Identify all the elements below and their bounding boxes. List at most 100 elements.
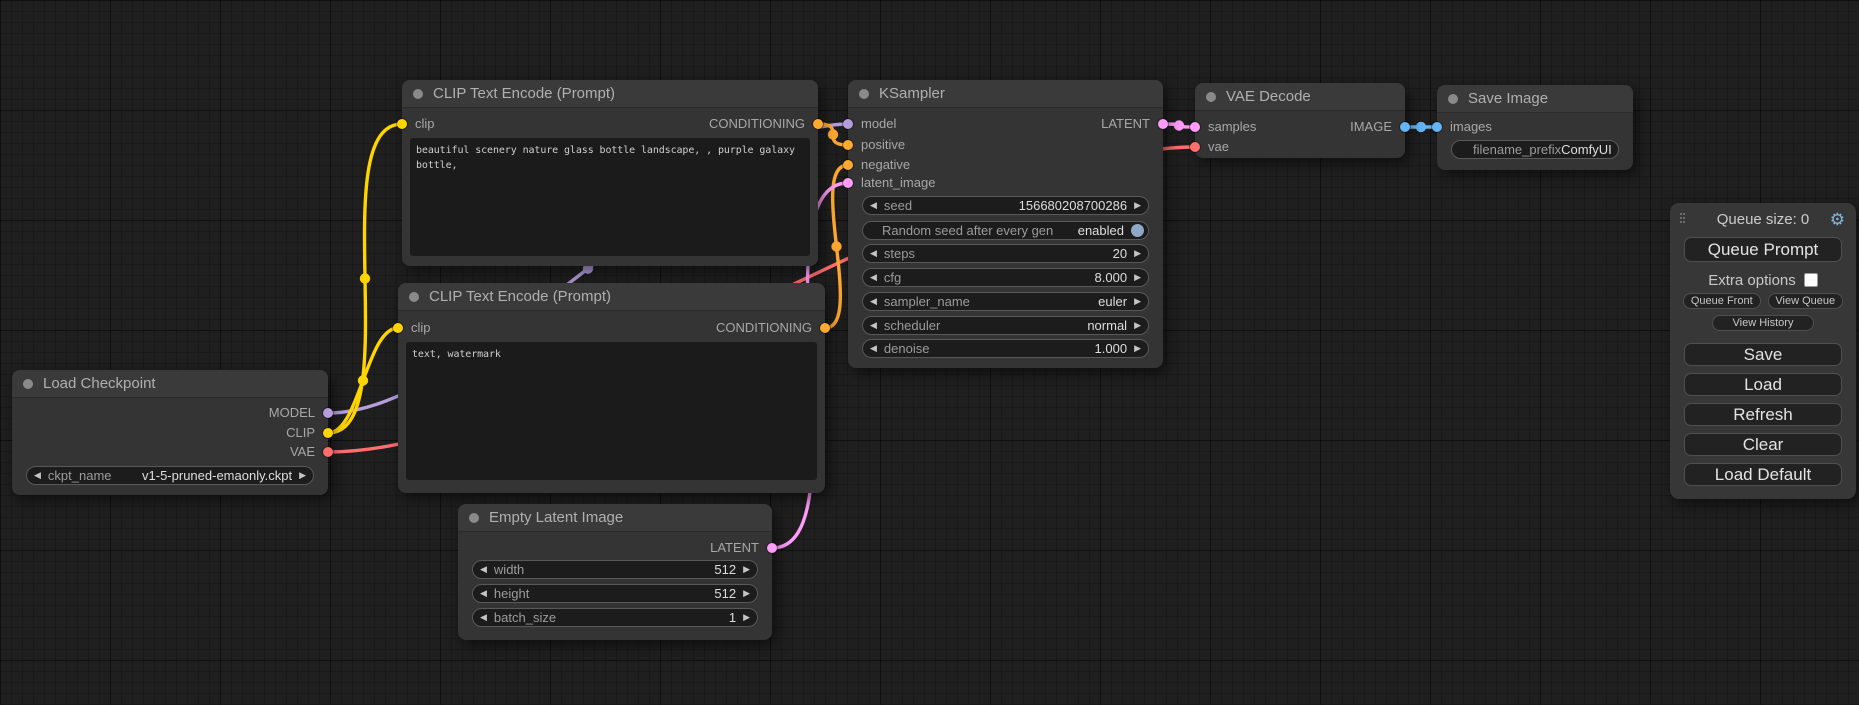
link-midpoint-dot[interactable] <box>828 129 838 139</box>
collapse-dot-icon[interactable] <box>1206 92 1216 102</box>
input-label-images: images <box>1450 117 1492 137</box>
input-slot-samples[interactable] <box>1190 122 1200 132</box>
collapse-dot-icon[interactable] <box>409 292 419 302</box>
node-empty-latent-image[interactable]: Empty Latent Image LATENT ◀ width 512 ▶ … <box>458 504 772 640</box>
widget-label: batch_size <box>494 610 556 625</box>
decrement-arrow-icon[interactable]: ◀ <box>34 467 41 484</box>
input-slot-positive[interactable] <box>843 140 853 150</box>
node-title-bar[interactable]: Save Image <box>1437 85 1633 113</box>
link-midpoint-dot[interactable] <box>831 241 841 251</box>
node-title-bar[interactable]: VAE Decode <box>1195 83 1405 111</box>
gear-icon[interactable]: ⚙ <box>1830 210 1845 230</box>
decrement-arrow-icon[interactable]: ◀ <box>870 269 877 286</box>
widget-value: 20 <box>1113 246 1127 261</box>
node-vae-decode[interactable]: VAE Decode samples IMAGE vae <box>1195 83 1405 158</box>
widget-label: height <box>494 586 529 601</box>
increment-arrow-icon[interactable]: ▶ <box>1134 197 1141 214</box>
increment-arrow-icon[interactable]: ▶ <box>1134 245 1141 262</box>
denoise-number-widget[interactable]: ◀ denoise 1.000 ▶ <box>862 339 1149 358</box>
node-clip-text-encode-positive[interactable]: CLIP Text Encode (Prompt) clip CONDITION… <box>402 80 818 266</box>
decrement-arrow-icon[interactable]: ◀ <box>870 245 877 262</box>
batch-size-number-widget[interactable]: ◀ batch_size 1 ▶ <box>472 608 758 627</box>
link-midpoint-dot[interactable] <box>358 375 368 385</box>
output-slot-latent[interactable] <box>1158 119 1168 129</box>
node-clip-text-encode-negative[interactable]: CLIP Text Encode (Prompt) clip CONDITION… <box>398 283 825 493</box>
collapse-dot-icon[interactable] <box>859 89 869 99</box>
increment-arrow-icon[interactable]: ▶ <box>1134 269 1141 286</box>
link-midpoint-dot[interactable] <box>360 273 370 283</box>
input-slot-latent-image[interactable] <box>843 178 853 188</box>
ckpt-name-combo-widget[interactable]: ◀ ckpt_name v1-5-pruned-emaonly.ckpt ▶ <box>26 466 314 485</box>
seed-number-widget[interactable]: ◀ seed 156680208700286 ▶ <box>862 196 1149 215</box>
output-slot-latent[interactable] <box>767 543 777 553</box>
positive-prompt-textarea[interactable]: beautiful scenery nature glass bottle la… <box>410 138 810 256</box>
increment-arrow-icon[interactable]: ▶ <box>1134 340 1141 357</box>
output-slot-image[interactable] <box>1400 122 1410 132</box>
output-slot-clip[interactable] <box>323 428 333 438</box>
view-queue-button[interactable]: View Queue <box>1768 293 1843 309</box>
node-title-bar[interactable]: Load Checkpoint <box>12 370 328 398</box>
view-history-button[interactable]: View History <box>1712 315 1814 331</box>
clear-button[interactable]: Clear <box>1684 433 1842 456</box>
height-number-widget[interactable]: ◀ height 512 ▶ <box>472 584 758 603</box>
output-slot-model[interactable] <box>323 408 333 418</box>
link-midpoint-dot[interactable] <box>1416 122 1426 132</box>
node-title-bar[interactable]: KSampler <box>848 80 1163 108</box>
collapse-dot-icon[interactable] <box>1448 94 1458 104</box>
steps-number-widget[interactable]: ◀ steps 20 ▶ <box>862 244 1149 263</box>
widget-value: 1.000 <box>1095 341 1128 356</box>
queue-front-button[interactable]: Queue Front <box>1683 293 1761 309</box>
increment-arrow-icon[interactable]: ▶ <box>743 585 750 602</box>
filename-prefix-text-widget[interactable]: filename_prefix ComfyUI <box>1451 140 1619 159</box>
node-save-image[interactable]: Save Image images filename_prefix ComfyU… <box>1437 85 1633 170</box>
decrement-arrow-icon[interactable]: ◀ <box>480 609 487 626</box>
decrement-arrow-icon[interactable]: ◀ <box>870 317 877 334</box>
scheduler-combo-widget[interactable]: ◀ scheduler normal ▶ <box>862 316 1149 335</box>
input-slot-negative[interactable] <box>843 160 853 170</box>
queue-prompt-button[interactable]: Queue Prompt <box>1684 237 1842 262</box>
refresh-button[interactable]: Refresh <box>1684 403 1842 426</box>
input-slot-vae[interactable] <box>1190 142 1200 152</box>
decrement-arrow-icon[interactable]: ◀ <box>870 340 877 357</box>
collapse-dot-icon[interactable] <box>469 513 479 523</box>
increment-arrow-icon[interactable]: ▶ <box>743 561 750 578</box>
input-slot-images[interactable] <box>1432 122 1442 132</box>
cfg-number-widget[interactable]: ◀ cfg 8.000 ▶ <box>862 268 1149 287</box>
input-slot-clip[interactable] <box>393 323 403 333</box>
node-title-bar[interactable]: CLIP Text Encode (Prompt) <box>398 283 825 311</box>
widget-value: ComfyUI <box>1561 142 1612 157</box>
increment-arrow-icon[interactable]: ▶ <box>743 609 750 626</box>
node-graph-canvas[interactable]: Load Checkpoint MODEL CLIP VAE ◀ ckpt_na… <box>0 0 1859 705</box>
node-ksampler[interactable]: KSampler model LATENT positive negative … <box>848 80 1163 368</box>
node-load-checkpoint[interactable]: Load Checkpoint MODEL CLIP VAE ◀ ckpt_na… <box>12 370 328 495</box>
decrement-arrow-icon[interactable]: ◀ <box>480 561 487 578</box>
increment-arrow-icon[interactable]: ▶ <box>299 467 306 484</box>
output-slot-conditioning[interactable] <box>820 323 830 333</box>
node-title-bar[interactable]: CLIP Text Encode (Prompt) <box>402 80 818 108</box>
extra-options-checkbox[interactable] <box>1804 273 1818 287</box>
output-slot-conditioning[interactable] <box>813 119 823 129</box>
output-slot-vae[interactable] <box>323 447 333 457</box>
widget-label: cfg <box>884 270 901 285</box>
collapse-dot-icon[interactable] <box>23 379 33 389</box>
increment-arrow-icon[interactable]: ▶ <box>1134 317 1141 334</box>
sampler-name-combo-widget[interactable]: ◀ sampler_name euler ▶ <box>862 292 1149 311</box>
load-button[interactable]: Load <box>1684 373 1842 396</box>
save-button[interactable]: Save <box>1684 343 1842 366</box>
node-title-bar[interactable]: Empty Latent Image <box>458 504 772 532</box>
input-slot-model[interactable] <box>843 119 853 129</box>
link-midpoint-dot[interactable] <box>1174 120 1184 130</box>
random-seed-toggle-widget[interactable]: Random seed after every gen enabled <box>862 221 1149 240</box>
load-default-button[interactable]: Load Default <box>1684 463 1842 486</box>
width-number-widget[interactable]: ◀ width 512 ▶ <box>472 560 758 579</box>
input-slot-clip[interactable] <box>397 119 407 129</box>
widget-value: 512 <box>714 562 736 577</box>
negative-prompt-textarea[interactable]: text, watermark <box>406 342 817 480</box>
input-label-positive: positive <box>861 135 905 155</box>
increment-arrow-icon[interactable]: ▶ <box>1134 293 1141 310</box>
decrement-arrow-icon[interactable]: ◀ <box>870 293 877 310</box>
collapse-dot-icon[interactable] <box>413 89 423 99</box>
toggle-knob-icon[interactable] <box>1131 224 1144 237</box>
decrement-arrow-icon[interactable]: ◀ <box>480 585 487 602</box>
decrement-arrow-icon[interactable]: ◀ <box>870 197 877 214</box>
